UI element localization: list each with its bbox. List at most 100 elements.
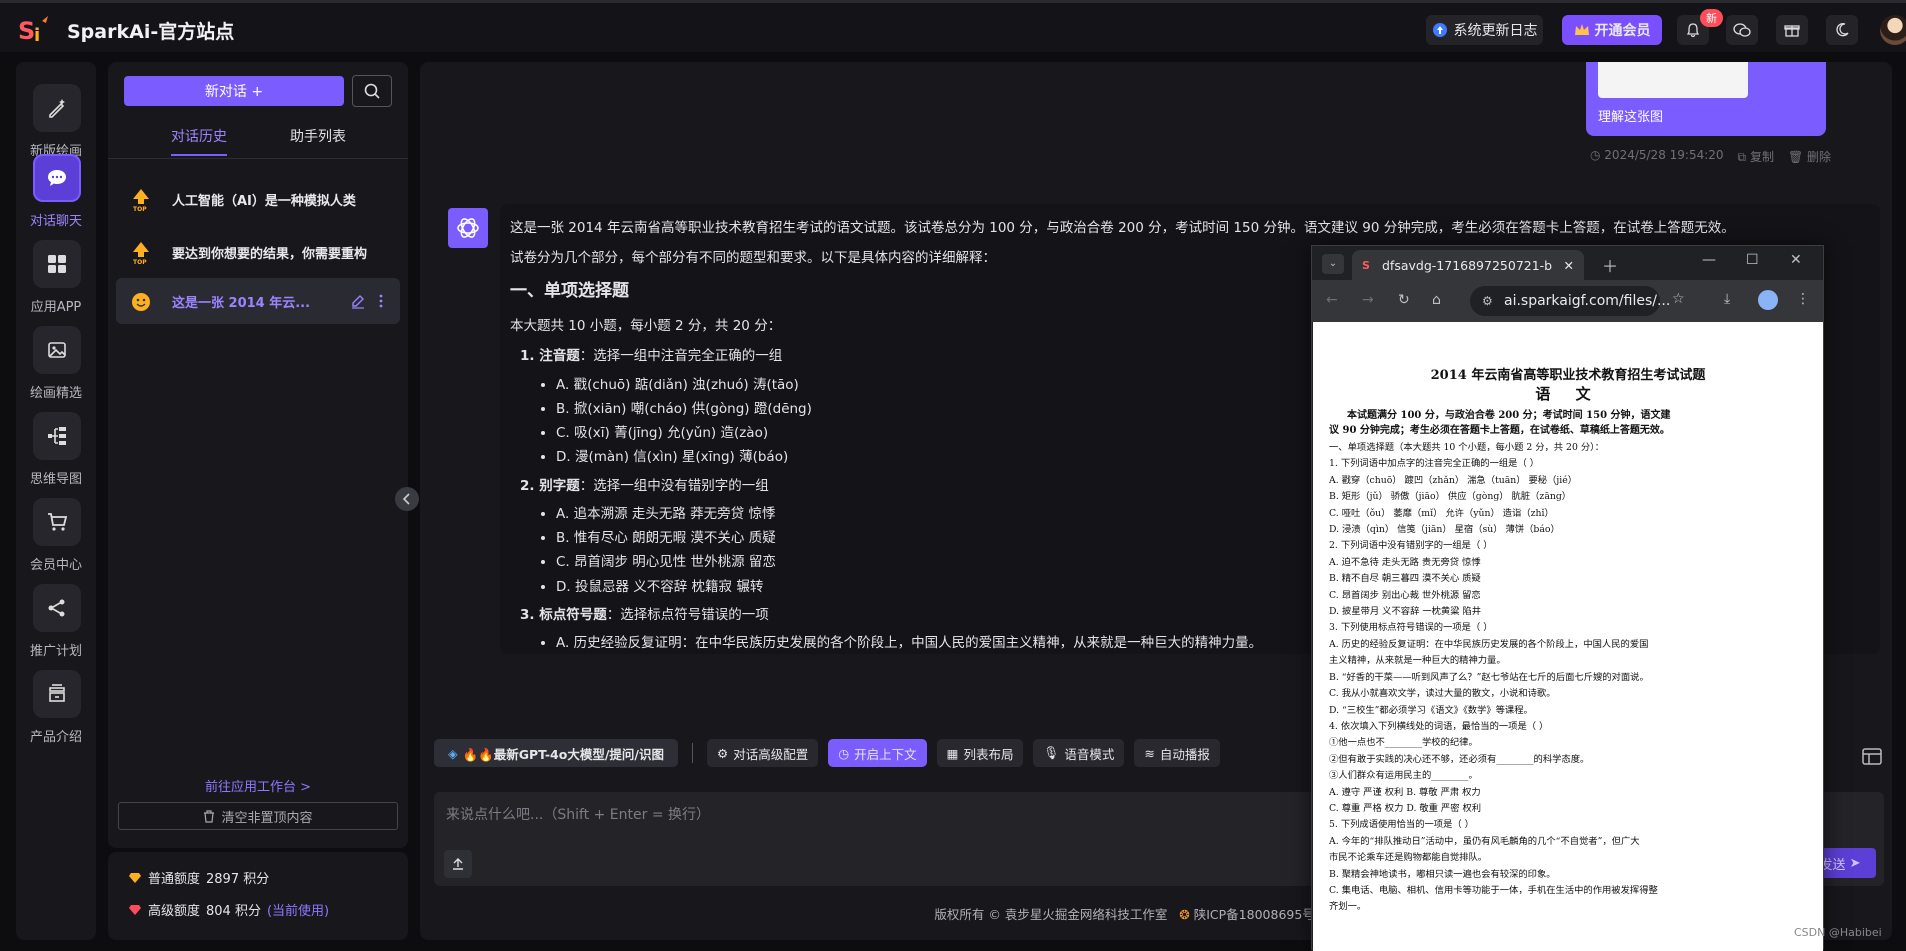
wechat-button[interactable] (1726, 15, 1758, 45)
wechat-icon (1733, 23, 1751, 37)
context-toggle-button[interactable]: ◷ 开启上下文 (828, 739, 927, 767)
apps-panel-icon[interactable] (1860, 744, 1884, 768)
theme-toggle-button[interactable] (1826, 15, 1858, 45)
tab-close-icon[interactable]: ✕ (1564, 258, 1574, 273)
pdf-line: C. 集电话、电脑、相机、信用卡等功能于一体，手机在生活中的作用被发挥得整 (1329, 884, 1658, 896)
conversation-item-selected[interactable]: 这是一张 2014 年云... (116, 278, 400, 324)
message-meta: ◷ 2024/5/28 19:54:20 ⧉ 复制 🗑 删除 (1590, 148, 1831, 165)
diamond-icon (129, 904, 141, 915)
icp-link[interactable]: 陕ICP备18008695号-6 (1194, 907, 1328, 922)
clear-unpinned-button[interactable]: 清空非置顶内容 (118, 802, 398, 830)
conversation-item[interactable]: TOP 要达到你想要的结果，你需要重构 (116, 229, 400, 275)
upload-icon (453, 858, 463, 870)
pdf-document: 2014 年云南省高等职业技术教育招生考试试题 语 文 本试题满分 100 分，… (1313, 322, 1823, 951)
collapse-sidebar-button[interactable] (395, 487, 419, 511)
user-avatar[interactable] (1880, 15, 1906, 45)
address-field[interactable]: ⚙ ai.sparkaigf.com/files/... (1470, 286, 1670, 316)
nav-label: 思维导图 (29, 472, 82, 487)
normal-credit-value: 2897 积分 (206, 872, 270, 887)
pdf-line: 1. 下列词语中加点字的注音完全正确的一组是（ ） (1329, 458, 1540, 470)
uploaded-image-thumbnail[interactable] (1598, 62, 1748, 98)
premium-credit-label: 高级额度 (148, 904, 201, 919)
pdf-line: A. 迫不急待 走头无路 责无旁贷 惊悸 (1329, 556, 1481, 568)
pdf-line: C. 我从小就喜欢文学，读过大量的散文，小说和诗歌。 (1329, 688, 1556, 700)
left-nav: 新版绘画 对话聊天 应用APP 绘画精选 思维导图 会员中心 推广计划 产品介绍 (16, 62, 96, 940)
nav-mindmap[interactable]: 思维导图 (16, 412, 96, 502)
pdf-line: A. 戳穿（chuō） 踱凹（zhǎn） 湍急（tuān） 要秘（jié） (1329, 474, 1578, 486)
bookmark-star-icon[interactable]: ☆ (1672, 291, 1685, 307)
model-selector[interactable]: ◈ 🔥🔥最新GPT-4o大模型/提问/识图 (434, 739, 678, 767)
nav-promotion[interactable]: 推广计划 (16, 584, 96, 674)
clear-label: 清空非置顶内容 (221, 810, 313, 826)
user-message-text: 理解这张图 (1598, 110, 1664, 125)
forward-icon[interactable]: → (1362, 292, 1374, 308)
pin-top-icon: TOP (133, 242, 149, 265)
new-tab-icon[interactable]: ＋ (1602, 253, 1618, 277)
nav-chat[interactable]: 对话聊天 (16, 154, 96, 244)
conversation-title: 要达到你想要的结果，你需要重构 (172, 247, 368, 262)
pdf-line: B. 矩形（jǔ） 骄傲（jiāo） 供应（gòng） 肮脏（zāng） (1329, 491, 1572, 503)
reload-icon[interactable]: ↻ (1398, 292, 1410, 308)
edit-icon[interactable] (350, 293, 366, 309)
gift-button[interactable] (1776, 15, 1808, 45)
copy-button[interactable]: ⧉ 复制 (1738, 148, 1774, 165)
site-info-icon[interactable]: ⚙ (1482, 294, 1493, 308)
delete-button[interactable]: 🗑 删除 (1788, 148, 1831, 165)
browser-tab-bar: ⌄ S dfsavdg-1716897250721-b4 ✕ ＋ — ☐ ✕ (1312, 246, 1823, 280)
pdf-line: D. “三校生”都必须学习《语文》《数学》等课程。 (1329, 704, 1533, 716)
nav-apps[interactable]: 应用APP (16, 240, 96, 330)
user-message-bubble: 理解这张图 (1586, 62, 1826, 136)
browser-tab[interactable]: S dfsavdg-1716897250721-b4 ✕ (1352, 250, 1584, 280)
sparkai-logo[interactable]: S i (18, 15, 54, 45)
image-icon (33, 326, 81, 374)
tab-history[interactable]: 对话历史 (171, 126, 227, 146)
upload-button[interactable] (444, 850, 472, 878)
current-use-tag: (当前使用) (266, 904, 330, 919)
chat-bubble-icon (33, 154, 81, 202)
copyright-text: 版权所有 © 袁步星火掘金网络科技工作室 (934, 907, 1168, 922)
profile-icon[interactable] (1758, 290, 1778, 310)
goto-workbench-link[interactable]: 前往应用工作台 > (108, 776, 408, 795)
nav-member-center[interactable]: 会员中心 (16, 498, 96, 588)
input-placeholder: 来说点什么吧...（Shift + Enter = 换行） (446, 807, 711, 823)
minimize-icon[interactable]: — (1702, 252, 1716, 268)
list-layout-button[interactable]: ▦ 列表布局 (936, 739, 1024, 767)
box-icon (33, 670, 81, 718)
svg-text:i: i (34, 25, 40, 45)
download-icon[interactable]: ⤓ (1724, 291, 1730, 307)
menu-dots-icon[interactable]: ⋮ (1796, 291, 1810, 307)
pdf-instructions: 本试题满分 100 分，与政治合卷 200 分；考试时间 150 分钟，语文建议… (1329, 410, 1671, 436)
openai-logo-icon (457, 218, 479, 238)
grid-icon (33, 240, 81, 288)
nav-label: 推广计划 (29, 644, 82, 659)
new-chat-button[interactable]: 新对话 + (124, 76, 344, 106)
credits-panel: 普通额度 2897 积分 高级额度 804 积分 (当前使用) (108, 852, 408, 940)
nav-gallery[interactable]: 绘画精选 (16, 326, 96, 416)
close-window-icon[interactable]: ✕ (1790, 252, 1802, 268)
home-icon[interactable]: ⌂ (1432, 292, 1441, 308)
changelog-button[interactable]: 系统更新日志 (1426, 15, 1543, 45)
maximize-icon[interactable]: ☐ (1746, 252, 1759, 268)
pdf-line: 3. 下列使用标点符号错误的一项是（ ） (1329, 622, 1493, 634)
clock-icon: ◷ (838, 745, 850, 761)
sparkai-favicon-icon: S (1362, 258, 1370, 272)
tab-assistants[interactable]: 助手列表 (290, 126, 346, 146)
trash-icon (204, 809, 215, 823)
more-vertical-icon[interactable] (378, 293, 384, 309)
pdf-line: A. 今年的“排队推动日”活动中，虽仍有风毛麟角的几个“不自觉者”，但广大 (1329, 835, 1640, 847)
search-button[interactable] (352, 75, 392, 107)
pdf-line: B. 精不自尽 朝三暮四 漠不关心 质疑 (1329, 573, 1481, 585)
vip-button[interactable]: 开通会员 (1562, 15, 1662, 45)
app-title[interactable]: SparkAi-官方站点 (67, 17, 234, 44)
url-text: ai.sparkaigf.com/files/... (1504, 293, 1671, 309)
back-icon[interactable]: ← (1326, 292, 1338, 308)
autoplay-button[interactable]: ≋ 自动播报 (1134, 739, 1220, 767)
nav-product-intro[interactable]: 产品介绍 (16, 670, 96, 760)
tab-search-icon[interactable]: ⌄ (1322, 254, 1344, 274)
pdf-line: 市民不论乘车还是购物都能自觉排队。 (1329, 852, 1488, 864)
voice-mode-button[interactable]: 🎙 语音模式 (1033, 739, 1125, 767)
conversation-item[interactable]: TOP 人工智能（AI）是一种模拟人类 (116, 176, 400, 222)
advanced-config-button[interactable]: ⚙ 对话高级配置 (706, 739, 819, 767)
pdf-line: C. 哑吐（ǒu） 萎靡（mǐ） 允许（yǔn） 造诣（zhǐ） (1329, 507, 1554, 519)
tab-underline (171, 154, 227, 156)
